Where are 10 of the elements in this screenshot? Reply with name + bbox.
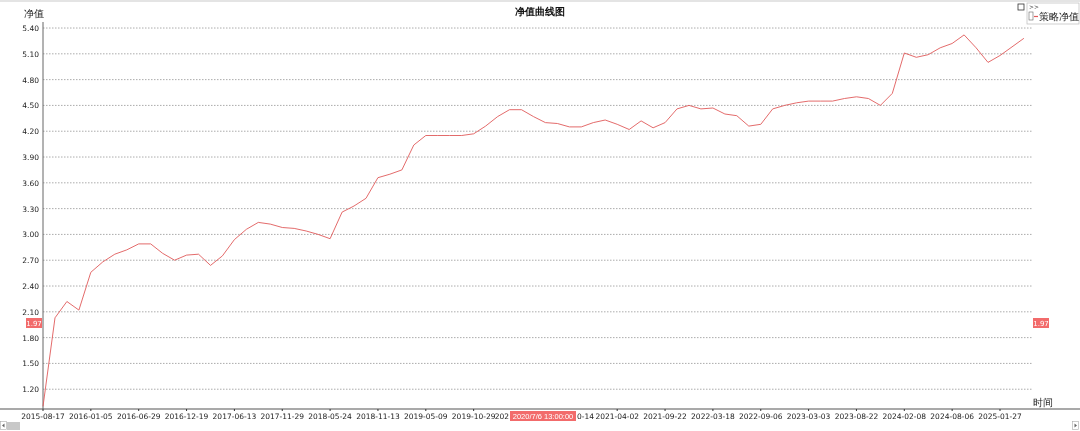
- legend-file-icon: [1028, 11, 1034, 21]
- y-axis-title: 净值: [24, 8, 44, 19]
- maximize-icon[interactable]: [1017, 3, 1025, 11]
- x-axis-title: 时间: [1033, 397, 1053, 408]
- chart-title: 净值曲线图: [515, 6, 565, 17]
- scroll-left-button[interactable]: [0, 421, 7, 430]
- scrollbar-thumb[interactable]: [7, 422, 20, 430]
- legend-line-icon: [1033, 15, 1039, 18]
- scroll-right-button[interactable]: [1072, 421, 1079, 430]
- legend-label: 策略净值: [1039, 11, 1079, 22]
